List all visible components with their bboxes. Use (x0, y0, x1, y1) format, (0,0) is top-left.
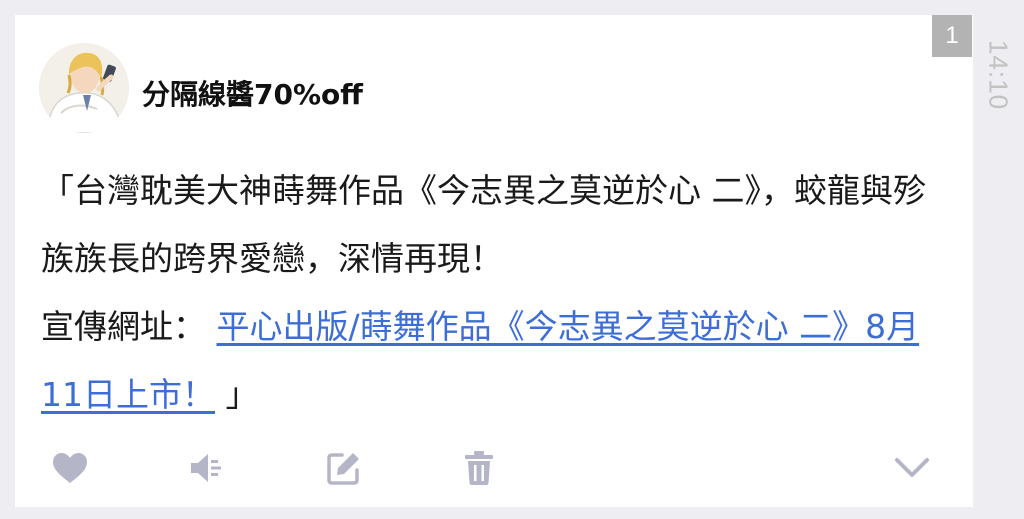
post-text-paragraph: 「台灣耽美大神蒔舞作品《今志異之莫逆於心 二》，蛟龍與殄族族長的跨界愛戀，深情再… (41, 171, 926, 278)
read-aloud-button[interactable] (183, 445, 229, 491)
trash-icon (465, 451, 493, 485)
edit-icon (327, 453, 359, 485)
unread-count-badge: 1 (932, 15, 972, 57)
like-button[interactable] (47, 445, 93, 491)
expand-button[interactable] (889, 445, 935, 491)
avatar[interactable] (39, 43, 129, 133)
action-bar (15, 445, 973, 491)
post-card: 1 分隔線醬70%off 「台灣耽美大神蒔舞作品《今志異之莫逆於心 二》，蛟龍與… (15, 15, 973, 507)
timestamp-text: 14:10 (983, 39, 1014, 111)
timestamp: 14:10 (973, 15, 1024, 135)
speaker-icon (191, 454, 221, 482)
post-body: 「台灣耽美大神蒔舞作品《今志異之莫逆於心 二》，蛟龍與殄族族長的跨界愛戀，深情再… (41, 157, 951, 429)
promo-label: 宣傳網址： (41, 307, 206, 346)
closing-quote: 」 (225, 375, 259, 414)
chevron-down-icon (895, 458, 929, 477)
edit-button[interactable] (321, 445, 367, 491)
heart-icon (53, 453, 87, 483)
avatar-image (39, 43, 129, 133)
promo-line: 宣傳網址： 平心出版/蒔舞作品《今志異之莫逆於心 二》8月11日上市！ 」 (41, 293, 951, 429)
delete-button[interactable] (456, 445, 502, 491)
author-name[interactable]: 分隔線醬70%off (142, 73, 363, 113)
